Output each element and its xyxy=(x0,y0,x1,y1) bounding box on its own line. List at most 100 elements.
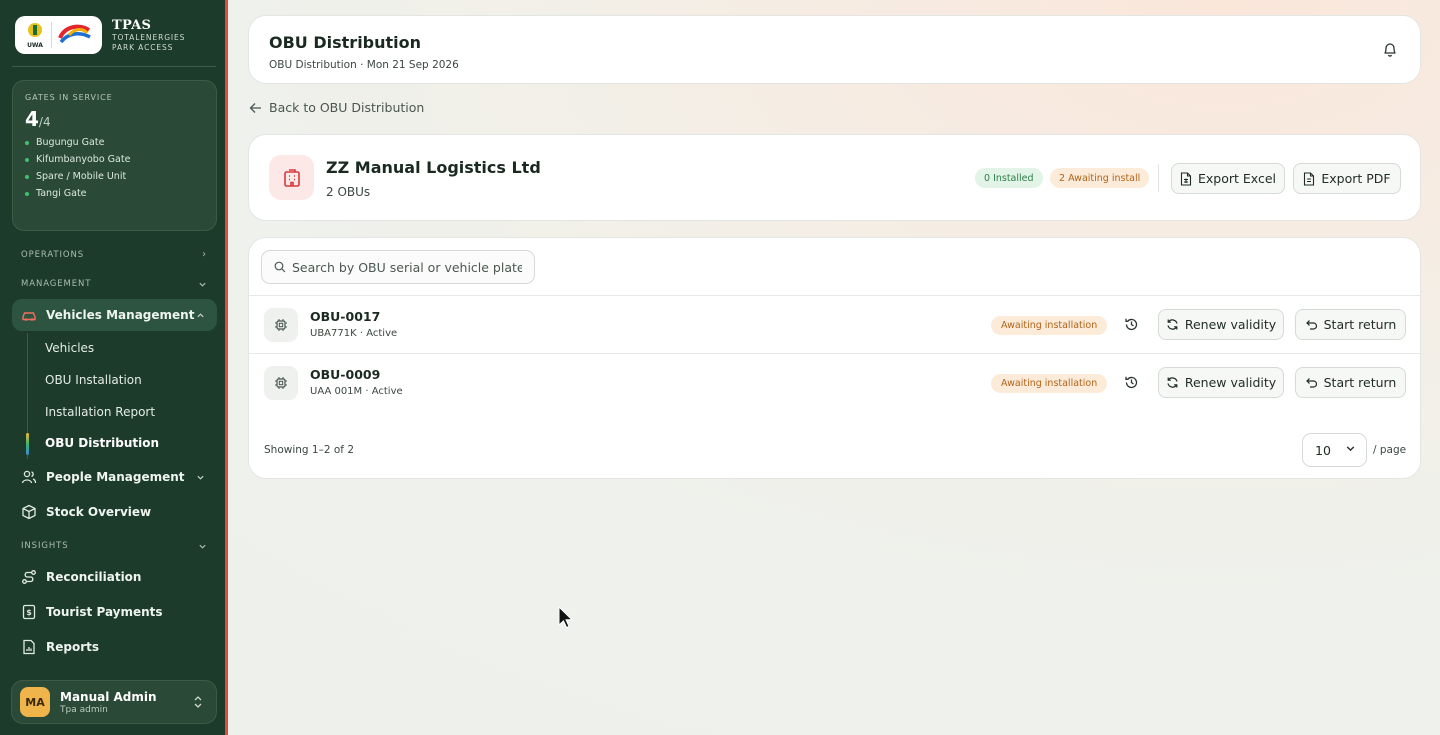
gate-item: Kifumbanyobo Gate xyxy=(25,154,204,165)
table-row: OBU-0017 UBA771K · Active Awaiting insta… xyxy=(249,296,1420,353)
status-dot-icon xyxy=(25,174,29,179)
brand-logos: UWA xyxy=(15,16,102,54)
export-pdf-button[interactable]: Export PDF xyxy=(1293,163,1401,194)
nav-people-management[interactable]: People Management xyxy=(12,461,217,493)
section-operations[interactable]: OPERATIONS › xyxy=(21,249,207,260)
nav-stock-overview[interactable]: Stock Overview xyxy=(12,496,217,528)
undo-icon xyxy=(1305,318,1318,331)
user-info: Manual Admin Tpa admin xyxy=(60,690,157,715)
gates-count: 4/4 xyxy=(25,107,51,131)
divider xyxy=(1158,164,1159,192)
export-excel-button[interactable]: Export Excel xyxy=(1171,163,1285,194)
sidebar: UWA TPAS TOTALENERGIES PARK ACCESS GATES… xyxy=(0,0,228,735)
chevron-down-icon xyxy=(197,475,204,480)
brand[interactable]: UWA TPAS TOTALENERGIES PARK ACCESS xyxy=(15,16,185,54)
start-return-button[interactable]: Start return xyxy=(1295,309,1406,340)
search-input[interactable] xyxy=(292,259,522,275)
file-text-icon xyxy=(1303,171,1315,186)
chevron-up-down-icon xyxy=(194,696,202,708)
route-icon xyxy=(21,569,37,585)
obu-list-card: OBU-0017 UBA771K · Active Awaiting insta… xyxy=(248,237,1421,479)
history-icon[interactable] xyxy=(1124,317,1139,332)
spreadsheet-icon xyxy=(1180,171,1192,186)
awaiting-badge: 2 Awaiting install xyxy=(1050,168,1150,188)
chevron-up-icon xyxy=(197,313,204,318)
avatar: MA xyxy=(20,687,50,717)
chevron-down-icon xyxy=(199,544,206,549)
brand-text: TPAS TOTALENERGIES PARK ACCESS xyxy=(112,18,185,53)
chip-icon xyxy=(264,366,298,400)
arrow-left-icon xyxy=(249,102,261,113)
installed-badge: 0 Installed xyxy=(975,168,1043,188)
brand-title: TPAS xyxy=(112,17,152,33)
undo-icon xyxy=(1305,376,1318,389)
uwa-logo-icon: UWA xyxy=(27,23,43,49)
obu-meta: UAA 001M · Active xyxy=(310,386,403,397)
page-header: OBU Distribution OBU Distribution · Mon … xyxy=(248,15,1421,84)
sidebar-item-installation-report[interactable]: Installation Report xyxy=(45,405,155,419)
chevron-right-icon: › xyxy=(202,249,207,260)
renew-validity-button[interactable]: Renew validity xyxy=(1158,367,1284,398)
nav-reports[interactable]: Reports xyxy=(12,631,217,663)
start-return-button[interactable]: Start return xyxy=(1295,367,1406,398)
obu-serial[interactable]: OBU-0009 xyxy=(310,367,380,382)
page-size-select[interactable]: 10 xyxy=(1302,433,1367,467)
user-name: Manual Admin xyxy=(60,689,157,704)
submenu-active-indicator xyxy=(26,433,29,455)
nav-vehicles-management[interactable]: Vehicles Management xyxy=(12,299,217,331)
bell-icon[interactable] xyxy=(1382,41,1398,58)
nav-reconciliation[interactable]: Reconciliation xyxy=(12,561,217,593)
obu-serial[interactable]: OBU-0017 xyxy=(310,309,380,324)
status-badge: Awaiting installation xyxy=(991,316,1108,335)
refresh-icon xyxy=(1166,318,1179,331)
sidebar-item-vehicles[interactable]: Vehicles xyxy=(45,341,94,355)
chip-icon xyxy=(264,308,298,342)
search-box[interactable] xyxy=(261,250,535,284)
brand-subtitle-1: TOTALENERGIES xyxy=(112,32,186,42)
building-icon xyxy=(269,155,314,200)
search-icon xyxy=(274,261,286,273)
page-subtitle: OBU Distribution · Mon 21 Sep 2026 xyxy=(269,59,459,71)
gate-item: Tangi Gate xyxy=(25,188,204,199)
section-insights[interactable]: INSIGHTS xyxy=(21,541,207,551)
history-icon[interactable] xyxy=(1124,375,1139,390)
gate-item: Spare / Mobile Unit xyxy=(25,171,204,182)
brand-subtitle-2: PARK ACCESS xyxy=(112,42,174,52)
receipt-icon: $ xyxy=(21,604,37,620)
user-menu[interactable]: MA Manual Admin Tpa admin xyxy=(11,680,217,724)
car-icon xyxy=(21,307,37,323)
mouse-cursor-icon xyxy=(558,606,574,629)
pagination-summary: Showing 1–2 of 2 xyxy=(264,444,354,456)
sidebar-item-obu-installation[interactable]: OBU Installation xyxy=(45,373,142,387)
status-dot-icon xyxy=(25,140,29,145)
totalenergies-logo-icon xyxy=(58,24,92,44)
refresh-icon xyxy=(1166,376,1179,389)
gates-label: GATES IN SERVICE xyxy=(25,93,113,102)
per-page-label: / page xyxy=(1373,444,1407,456)
user-role: Tpa admin xyxy=(60,704,108,715)
obu-meta: UBA771K · Active xyxy=(310,328,398,339)
company-card: ZZ Manual Logistics Ltd 2 OBUs 0 Install… xyxy=(248,134,1421,221)
renew-validity-button[interactable]: Renew validity xyxy=(1158,309,1284,340)
status-dot-icon xyxy=(25,191,29,196)
svg-text:UWA: UWA xyxy=(27,42,43,49)
report-icon xyxy=(21,639,37,655)
page-title: OBU Distribution xyxy=(269,33,422,52)
package-icon xyxy=(21,504,37,520)
obu-count: 2 OBUs xyxy=(326,185,371,199)
status-badge: Awaiting installation xyxy=(991,374,1108,393)
section-management[interactable]: MANAGEMENT xyxy=(21,279,207,289)
people-icon xyxy=(21,469,37,485)
svg-text:$: $ xyxy=(26,608,32,617)
chevron-down-icon xyxy=(1346,446,1355,452)
back-link[interactable]: Back to OBU Distribution xyxy=(249,100,424,115)
status-dot-icon xyxy=(25,157,29,162)
table-row: OBU-0009 UAA 001M · Active Awaiting inst… xyxy=(249,354,1420,411)
divider xyxy=(12,66,216,67)
gates-in-service-card: GATES IN SERVICE 4/4 Bugungu Gate Kifumb… xyxy=(12,80,217,231)
nav-tourist-payments[interactable]: $ Tourist Payments xyxy=(12,596,217,628)
brand-logo-divider xyxy=(50,22,52,48)
sidebar-item-obu-distribution[interactable]: OBU Distribution xyxy=(45,436,159,450)
company-name: ZZ Manual Logistics Ltd xyxy=(326,158,541,177)
chevron-down-icon xyxy=(199,282,206,287)
